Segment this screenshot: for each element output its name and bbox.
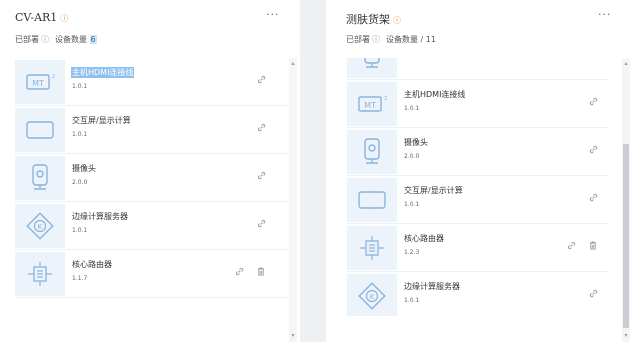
link-icon[interactable] [257, 171, 266, 182]
status-label: 已部署 [15, 35, 39, 44]
device-name: 边缘计算服务器 [404, 282, 460, 291]
device-version: 2.0.0 [72, 179, 88, 186]
device-name: 摄像头 [72, 164, 96, 173]
camera-icon [15, 156, 65, 200]
device-version: 1.0.1 [404, 105, 420, 112]
scrollbar-thumb[interactable] [623, 144, 629, 328]
link-icon[interactable] [589, 145, 598, 156]
scroll-down-arrow[interactable]: ▾ [622, 332, 630, 339]
device-list-content: MT 2 主机HDMI连接线 1.0.1 交互屏/显示计算 1.0.1 摄像头 2.0.0 K 边… [15, 58, 290, 298]
device-count-label: 设备数量 [55, 35, 87, 44]
scroll-up-arrow[interactable]: ▴ [289, 60, 297, 67]
router-icon [347, 226, 397, 270]
help-icon[interactable]: ⓘ [41, 35, 49, 44]
panel-subtitle: 已部署 ⓘ 设备数量 6 [15, 34, 97, 45]
device-row[interactable]: K 边缘计算服务器 1.0.1 [347, 272, 609, 316]
device-version: 1.0.1 [72, 131, 88, 138]
screen-icon [15, 108, 65, 152]
trash-icon[interactable] [589, 241, 597, 252]
svg-text:MT: MT [32, 79, 44, 88]
device-list-content: 1.0.1 MT 2 主机HDMI连接线 1.0.1 摄像头 2.0.0 交互屏/显示计算 1.… [347, 58, 609, 316]
info-icon[interactable]: ⓘ [393, 16, 401, 25]
device-row[interactable]: 交互屏/显示计算 1.0.1 [347, 176, 609, 224]
scroll-down-arrow[interactable]: ▾ [289, 332, 297, 339]
device-name: 主机HDMI连接线 [404, 90, 466, 99]
link-icon[interactable] [589, 193, 598, 204]
help-icon[interactable]: ⓘ [372, 35, 380, 44]
link-icon[interactable] [257, 75, 266, 86]
info-icon[interactable]: ⓘ [60, 14, 68, 23]
more-menu-button[interactable]: ··· [266, 8, 280, 21]
router-icon [15, 252, 65, 296]
device-row[interactable]: 摄像头 2.0.0 [15, 154, 290, 202]
device-count-label: 设备数量 [386, 35, 418, 44]
link-icon[interactable] [235, 267, 244, 278]
device-version: 1.2.3 [404, 249, 420, 256]
device-name: 核心路由器 [72, 260, 112, 269]
device-version: 1.0.1 [72, 227, 88, 234]
device-count-value: 6 [89, 35, 97, 44]
device-name: 摄像头 [404, 138, 428, 147]
link-icon[interactable] [567, 241, 576, 252]
link-icon[interactable] [589, 97, 598, 108]
device-group-panel-cv-ar1: CV-AR1 ⓘ ··· 已部署 ⓘ 设备数量 6 MT 2 主机HDMI连接线 1.0.1… [0, 0, 300, 342]
camera-icon [347, 58, 397, 78]
status-label: 已部署 [346, 35, 370, 44]
link-icon[interactable] [257, 123, 266, 134]
svg-text:MT: MT [364, 101, 376, 110]
device-version: 1.0.1 [404, 297, 420, 304]
mt-icon: MT 2 [15, 60, 65, 104]
device-row[interactable]: K 边缘计算服务器 1.0.1 [15, 202, 290, 250]
camera-icon [347, 130, 397, 174]
svg-text:K: K [370, 293, 375, 301]
link-icon[interactable] [257, 219, 266, 230]
device-row[interactable]: 核心路由器 1.2.3 [347, 224, 609, 272]
device-version: 2.0.0 [404, 153, 420, 160]
device-group-panel-skin-test-shelf: 测肤货架ⓘ ··· 已部署ⓘ设备数量 / 11 1.0.1MT2主机HDMI连接… [326, 0, 640, 342]
screen-icon [347, 178, 397, 222]
link-icon[interactable] [589, 289, 598, 300]
panel-title: CV-AR1 ⓘ [15, 11, 68, 24]
more-menu-button[interactable]: ··· [598, 8, 612, 21]
scrollbar[interactable]: ▴ ▾ [622, 58, 630, 342]
device-row[interactable]: 摄像头 2.0.0 [347, 128, 609, 176]
scroll-up-arrow[interactable]: ▴ [622, 60, 630, 67]
device-name: 交互屏/显示计算 [404, 186, 463, 195]
device-version: 1.0.1 [72, 83, 88, 90]
device-row[interactable]: 核心路由器 1.1.7 [15, 250, 290, 298]
svg-text:2: 2 [384, 96, 387, 102]
device-count-value: / 11 [420, 35, 436, 44]
device-row[interactable]: MT 2 主机HDMI连接线 1.0.1 [347, 80, 609, 128]
svg-text:2: 2 [52, 74, 55, 80]
device-name: 主机HDMI连接线 [71, 67, 135, 78]
svg-text:K: K [38, 223, 43, 231]
device-list: 1.0.1 MT 2 主机HDMI连接线 1.0.1 摄像头 2.0.0 交互屏/显示计算 1.… [347, 58, 609, 316]
mt-icon: MT 2 [347, 82, 397, 126]
edge-server-icon: K [347, 274, 397, 316]
panel-title: 测肤货架 ⓘ [346, 11, 401, 27]
device-version: 1.1.7 [72, 275, 88, 282]
device-list: MT 2 主机HDMI连接线 1.0.1 交互屏/显示计算 1.0.1 摄像头 2.0.0 K 边… [15, 58, 290, 342]
edge-server-icon: K [15, 204, 65, 248]
device-row[interactable]: MT 2 主机HDMI连接线 1.0.1 [15, 58, 290, 106]
device-version: 1.0.1 [404, 201, 420, 208]
scrollbar[interactable]: ▴ ▾ [289, 58, 297, 342]
device-name: 边缘计算服务器 [72, 212, 128, 221]
panel-subtitle: 已部署 ⓘ 设备数量 / 11 [346, 34, 436, 45]
trash-icon[interactable] [257, 267, 265, 278]
device-row[interactable]: 1.0.1 [347, 58, 609, 80]
device-row[interactable]: 交互屏/显示计算 1.0.1 [15, 106, 290, 154]
device-name: 核心路由器 [404, 234, 444, 243]
panel-title-text: CV-AR1 [15, 11, 58, 24]
panel-title-text: 测肤货架 [346, 13, 390, 26]
device-name: 交互屏/显示计算 [72, 116, 131, 125]
